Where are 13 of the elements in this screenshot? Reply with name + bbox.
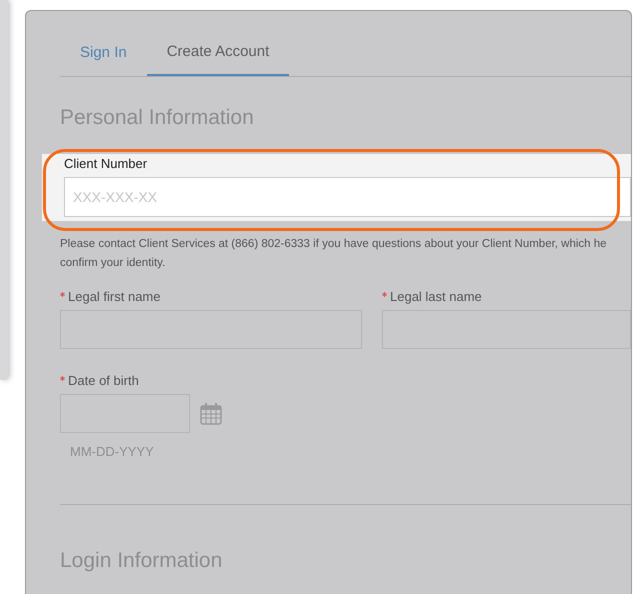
field-label: Legal last name — [390, 289, 482, 305]
client-number-field[interactable]: XXX-XXX-XX — [64, 177, 631, 217]
tab[interactable]: Sign In — [60, 31, 147, 76]
tab[interactable]: Create Account — [146, 31, 290, 76]
text-field[interactable] — [382, 310, 631, 349]
section-title: Login Information — [60, 548, 224, 574]
field-label: Date of birth — [68, 373, 139, 389]
field-label: Legal first name — [68, 289, 160, 305]
field-label: Client Number — [64, 156, 148, 172]
section-title: Personal Information — [60, 105, 255, 131]
calendar-icon[interactable] — [200, 402, 222, 424]
date-format-hint: MM-DD-YYYY — [70, 443, 155, 461]
help-text: Please contact Client Services at (866) 802-6333 if you have questions about your Client Number, which he confirm your identity. — [60, 237, 608, 271]
